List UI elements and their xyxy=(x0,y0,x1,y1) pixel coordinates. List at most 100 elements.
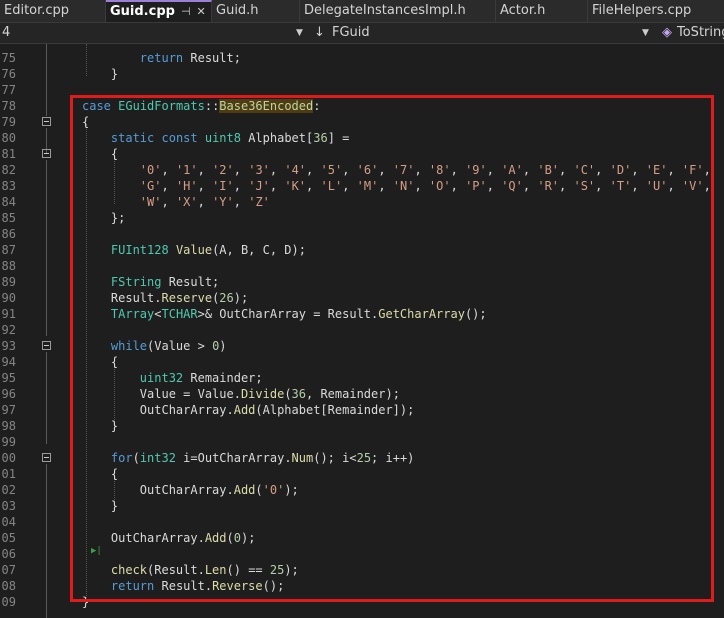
code-token: '4' xyxy=(284,163,307,177)
code-line[interactable]: 00 for(int32 i=OutCharArray.Num(); i<25;… xyxy=(0,450,724,466)
code-line[interactable]: 08 return Result.Reverse(); xyxy=(0,578,724,594)
code-line[interactable]: 80 static const uint8 Alphabet[36] = xyxy=(0,130,724,146)
code-line[interactable]: 07 check(Result.Len() == 25); xyxy=(0,562,724,578)
code-line[interactable]: 93 while(Value > 0) xyxy=(0,338,724,354)
code-line[interactable]: 94 { xyxy=(0,354,724,370)
tab-label: Editor.cpp xyxy=(4,3,70,18)
code-line[interactable]: 84 'W', 'X', 'Y', 'Z' xyxy=(0,194,724,210)
code-token: ; i++) xyxy=(371,451,415,465)
tab-file-helpers-cpp[interactable]: FileHelpers.cpp xyxy=(588,0,724,22)
code-line[interactable]: 89 FString Result; xyxy=(0,274,724,290)
chevron-down-icon[interactable]: ▼ xyxy=(296,23,303,43)
code-token: while xyxy=(110,339,148,353)
code-token: '1' xyxy=(175,163,198,177)
code-token: { xyxy=(82,147,119,161)
collapse-icon[interactable] xyxy=(42,453,51,462)
collapse-icon[interactable] xyxy=(42,117,51,126)
line-number: 97 xyxy=(1,403,16,417)
tab-label: DelegateInstancesImpl.h xyxy=(304,3,466,18)
code-text: Value = Value.Divide(36, Remainder); xyxy=(82,386,400,402)
code-token: Remainder; xyxy=(183,371,263,385)
code-token: :: xyxy=(204,99,220,113)
tab-bar: Editor.cpp Guid.cpp ⊣ ✕ Guid.h DelegateIns… xyxy=(0,0,724,23)
code-line[interactable]: 88 xyxy=(0,258,724,274)
pin-icon[interactable]: ⊣ xyxy=(181,5,191,18)
code-line[interactable]: 91 TArray<TCHAR>& OutCharArray = Result.… xyxy=(0,306,724,322)
code-token: Result. xyxy=(82,291,162,305)
line-number: 99 xyxy=(1,435,16,449)
code-line[interactable]: 05 OutCharArray.Add(0); xyxy=(0,530,724,546)
code-line[interactable]: 83 'G', 'H', 'I', 'J', 'K', 'L', 'M', 'N… xyxy=(0,178,724,194)
code-token: 'D' xyxy=(609,163,632,177)
code-text: uint32 Remainder; xyxy=(82,370,263,386)
code-line[interactable]: 98 } xyxy=(0,418,724,434)
code-token: 25 xyxy=(356,451,372,465)
line-number: 81 xyxy=(1,147,16,161)
line-number: 82 xyxy=(1,163,16,177)
code-token: uint8 xyxy=(204,131,241,145)
code-line[interactable]: 03 } xyxy=(0,498,724,514)
code-text: Result.Reserve(26); xyxy=(82,290,248,306)
code-line[interactable]: 97 OutCharArray.Add(Alphabet[Remainder])… xyxy=(0,402,724,418)
chevron-down-icon[interactable]: ▼ xyxy=(642,23,649,43)
code-line[interactable]: 81 { xyxy=(0,146,724,162)
code-token: Value = Value. xyxy=(82,387,241,401)
code-line[interactable]: 01 { xyxy=(0,466,724,482)
code-token: ( xyxy=(255,483,263,497)
code-token: , xyxy=(631,163,646,177)
code-token: , xyxy=(269,179,285,193)
code-line[interactable]: 82 '0', '1', '2', '3', '4', '5', '6', '7… xyxy=(0,162,724,178)
tab-guid-cpp[interactable]: Guid.cpp ⊣ ✕ xyxy=(106,0,212,22)
code-line[interactable]: 09} xyxy=(0,594,724,610)
code-token: 'B' xyxy=(537,163,560,177)
scope-dropdown[interactable]: ↓ FGuid ▼ xyxy=(310,23,654,43)
line-number: 80 xyxy=(1,131,16,145)
collapse-icon[interactable] xyxy=(42,341,51,350)
code-text: 'G', 'H', 'I', 'J', 'K', 'L', 'M', 'N', … xyxy=(82,178,711,194)
code-line[interactable]: 75 return Result; xyxy=(0,50,724,66)
code-line[interactable]: 90 Result.Reserve(26); xyxy=(0,290,724,306)
code-token: 25 xyxy=(269,563,285,577)
code-text: 'W', 'X', 'Y', 'Z' xyxy=(82,194,270,210)
code-editor[interactable]: ▶| 75 return Result; 76 } 77 78 case EGuidFo… xyxy=(0,44,724,618)
code-line[interactable]: 77 xyxy=(0,82,724,98)
code-line[interactable]: 76 } xyxy=(0,66,724,82)
code-line[interactable]: 06 xyxy=(0,546,724,562)
code-line[interactable]: 02 OutCharArray.Add('0'); xyxy=(0,482,724,498)
tab-guid-h[interactable]: Guid.h xyxy=(212,0,300,22)
code-line[interactable]: 99 xyxy=(0,434,724,450)
code-line[interactable]: 92 xyxy=(0,322,724,338)
code-line[interactable]: 04 xyxy=(0,514,724,530)
code-token: uint32 xyxy=(139,371,184,385)
code-line[interactable]: 87 FUInt128 Value(A, B, C, D); xyxy=(0,242,724,258)
code-line[interactable]: 96 Value = Value.Divide(36, Remainder); xyxy=(0,386,724,402)
tab-delegate-instances-impl-h[interactable]: DelegateInstancesImpl.h xyxy=(300,0,496,22)
code-line[interactable]: 78 case EGuidFormats::Base36Encoded: xyxy=(0,98,724,114)
code-text: while(Value > 0) xyxy=(82,338,227,354)
tab-editor-cpp[interactable]: Editor.cpp xyxy=(0,0,106,22)
code-token: , xyxy=(233,163,249,177)
tab-actor-h[interactable]: Actor.h xyxy=(496,0,588,22)
scope-value: FGuid xyxy=(332,25,370,40)
code-token: , xyxy=(595,179,610,193)
line-number: 75 xyxy=(1,51,16,65)
code-line[interactable]: 85 }; xyxy=(0,210,724,226)
code-token: , xyxy=(559,179,574,193)
code-token: < xyxy=(154,307,162,321)
line-number: 89 xyxy=(1,275,16,289)
code-token: { xyxy=(82,355,119,369)
member-dropdown[interactable]: ◈ ToString xyxy=(658,23,724,43)
close-icon[interactable]: ✕ xyxy=(197,5,206,18)
code-token: , xyxy=(306,163,321,177)
project-dropdown[interactable]: 4 ▼ xyxy=(0,23,306,43)
code-line[interactable]: 79 { xyxy=(0,114,724,130)
method-icon: ◈ xyxy=(662,25,672,40)
code-line[interactable]: 95 uint32 Remainder; xyxy=(0,370,724,386)
collapse-icon[interactable] xyxy=(42,149,51,158)
code-line[interactable]: 86 xyxy=(0,226,724,242)
